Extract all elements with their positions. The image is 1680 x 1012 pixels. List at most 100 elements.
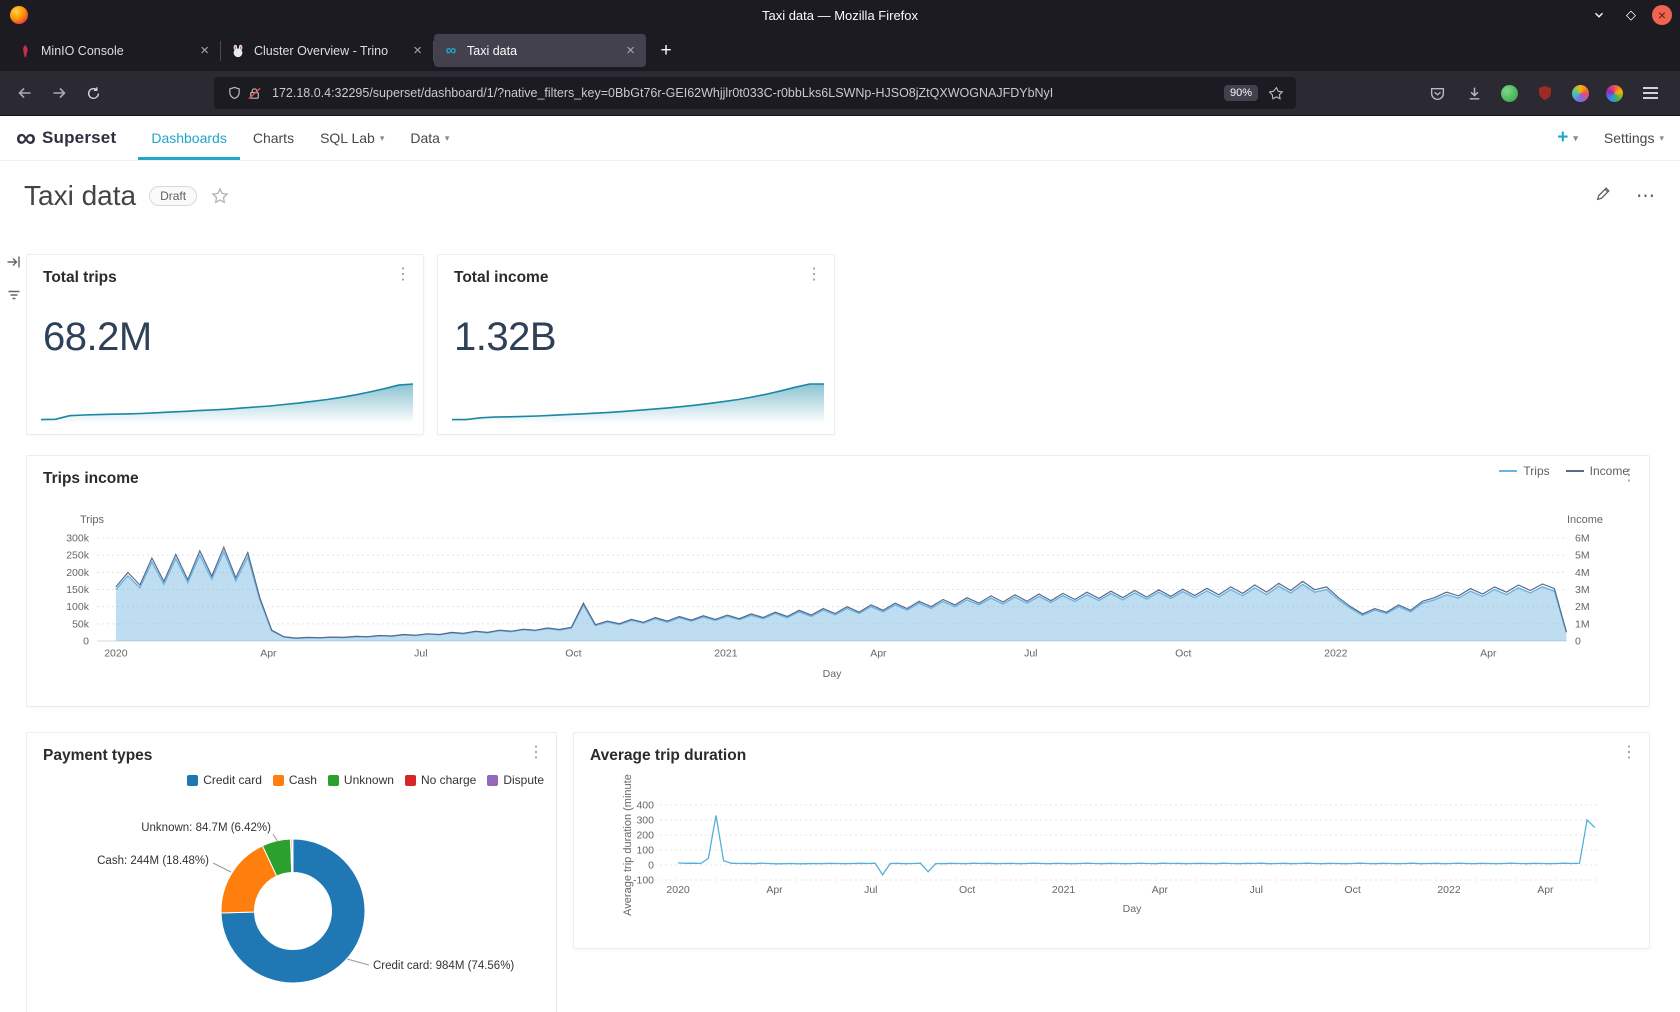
- edit-pencil-icon[interactable]: [1595, 185, 1612, 207]
- svg-text:5M: 5M: [1575, 550, 1590, 562]
- chevron-down-icon: ▾: [380, 133, 385, 144]
- expand-filter-bar-icon[interactable]: [6, 254, 22, 275]
- tab-title: Cluster Overview - Trino: [254, 44, 411, 58]
- right-axis-title: Income: [1567, 514, 1603, 526]
- firefox-window: Taxi data — Mozilla Firefox ◇ × MinIO Co…: [0, 0, 1680, 1012]
- svg-text:100: 100: [636, 845, 654, 857]
- nav-data[interactable]: Data ▾: [397, 116, 462, 160]
- url-text[interactable]: 172.18.0.4:32295/superset/dashboard/1/?n…: [272, 86, 1216, 100]
- annotation-unknown: Unknown: 84.7M (6.42%): [141, 822, 271, 834]
- legend-item-unknown[interactable]: Unknown: [328, 773, 394, 787]
- tab-minio-console[interactable]: MinIO Console ×: [8, 34, 220, 67]
- favorite-star-icon[interactable]: [211, 187, 229, 205]
- big-number-value: 68.2M: [43, 315, 152, 360]
- nav-dashboards[interactable]: Dashboards: [138, 116, 240, 160]
- forward-button[interactable]: [42, 77, 76, 109]
- svg-text:Apr: Apr: [260, 648, 277, 660]
- svg-text:300k: 300k: [66, 533, 90, 545]
- menu-icon[interactable]: [1640, 83, 1660, 103]
- extension-green-icon[interactable]: [1501, 85, 1518, 102]
- insecure-lock-icon[interactable]: [244, 83, 264, 103]
- window-title: Taxi data — Mozilla Firefox: [0, 8, 1680, 23]
- legend-item-dispute[interactable]: Dispute: [487, 773, 544, 787]
- tab-title: MinIO Console: [41, 44, 198, 58]
- svg-text:2020: 2020: [666, 884, 690, 896]
- legend-swatch: [187, 775, 198, 786]
- firefox-logo-icon: [10, 6, 28, 24]
- extension-pinwheel-icon[interactable]: [1606, 85, 1623, 102]
- chart-options-icon[interactable]: ⋮: [395, 267, 411, 283]
- tracking-shield-icon[interactable]: [224, 83, 244, 103]
- bookmark-star-icon[interactable]: [1266, 83, 1286, 103]
- url-bar[interactable]: 172.18.0.4:32295/superset/dashboard/1/?n…: [214, 77, 1296, 109]
- ublock-shield-icon[interactable]: [1535, 83, 1555, 103]
- nav-label: Data: [410, 130, 440, 146]
- svg-text:2M: 2M: [1575, 601, 1590, 613]
- pocket-icon[interactable]: [1427, 83, 1447, 103]
- left-axis-title: Trips: [80, 514, 105, 526]
- svg-text:6M: 6M: [1575, 533, 1590, 545]
- legend-swatch: [405, 775, 416, 786]
- legend-item-no-charge[interactable]: No charge: [405, 773, 476, 787]
- chart-title: Payment types: [43, 747, 152, 765]
- svg-text:3M: 3M: [1575, 584, 1590, 596]
- svg-text:Apr: Apr: [1480, 648, 1497, 660]
- chart-legend: Credit card Cash Unknown No charge Dispu…: [187, 773, 544, 787]
- window-maximize-icon[interactable]: ◇: [1620, 4, 1642, 26]
- back-button[interactable]: [8, 77, 42, 109]
- svg-text:Apr: Apr: [766, 884, 783, 896]
- tab-trino-cluster[interactable]: Cluster Overview - Trino ×: [221, 34, 433, 67]
- settings-menu[interactable]: Settings ▾: [1604, 130, 1664, 146]
- annotation-credit-card: Credit card: 984M (74.56%): [373, 960, 514, 972]
- average-trip-duration-chart: Average trip duration (minute Day -10001…: [574, 733, 1651, 950]
- legend-item-cash[interactable]: Cash: [273, 773, 317, 787]
- legend-label: Credit card: [203, 773, 262, 787]
- tab-strip: MinIO Console × Cluster Overview - Trino…: [0, 30, 1680, 71]
- svg-text:250k: 250k: [66, 550, 90, 562]
- x-axis-title: Day: [823, 668, 842, 680]
- download-icon[interactable]: [1464, 83, 1484, 103]
- trips-income-chart: Trips Income Day 050k100k150k200k250k300…: [27, 456, 1651, 708]
- tab-taxi-data-active[interactable]: ∞ Taxi data ×: [434, 34, 646, 67]
- chart-options-icon[interactable]: ⋮: [806, 267, 822, 283]
- chart-card-trips-income: Trips income ⋮ Trips Income Trips Income…: [26, 455, 1650, 707]
- superset-logo-icon: ∞: [16, 124, 36, 152]
- chart-title: Total income: [454, 269, 548, 287]
- nav-sql-lab[interactable]: SQL Lab ▾: [307, 116, 397, 160]
- new-tab-button[interactable]: +: [652, 37, 680, 65]
- svg-text:2021: 2021: [714, 648, 738, 660]
- tab-title: Taxi data: [467, 44, 624, 58]
- tab-close-icon[interactable]: ×: [411, 42, 424, 59]
- svg-text:Jul: Jul: [1250, 884, 1263, 896]
- plus-icon: +: [1557, 127, 1568, 149]
- svg-text:Oct: Oct: [1344, 884, 1360, 896]
- svg-text:200: 200: [636, 830, 654, 842]
- dashboard-options-icon[interactable]: ⋯: [1636, 185, 1656, 208]
- reload-button[interactable]: [76, 77, 110, 109]
- window-close-icon[interactable]: ×: [1652, 5, 1672, 25]
- big-number-card-total-trips: Total trips ⋮ 68.2M: [26, 254, 424, 435]
- superset-logo[interactable]: ∞ Superset: [16, 116, 116, 160]
- chart-title: Total trips: [43, 269, 117, 287]
- chevron-down-icon: ▾: [1573, 133, 1578, 144]
- tab-close-icon[interactable]: ×: [624, 42, 637, 59]
- main-nav: Dashboards Charts SQL Lab ▾ Data ▾: [138, 116, 462, 160]
- nav-label: Charts: [253, 130, 294, 146]
- annotation-cash: Cash: 244M (18.48%): [97, 855, 209, 867]
- svg-text:Oct: Oct: [1175, 648, 1191, 660]
- zoom-level-badge[interactable]: 90%: [1224, 85, 1258, 101]
- x-axis-title: Day: [1123, 903, 1142, 915]
- window-menu-chevron-icon[interactable]: [1588, 4, 1610, 26]
- big-number-value: 1.32B: [454, 315, 556, 360]
- filter-icon[interactable]: [6, 287, 22, 308]
- legend-item-credit-card[interactable]: Credit card: [187, 773, 262, 787]
- account-avatar-icon[interactable]: [1572, 85, 1589, 102]
- superset-app: ∞ Superset Dashboards Charts SQL Lab ▾ D…: [0, 116, 1680, 1012]
- page-title: Taxi data: [24, 180, 136, 212]
- new-item-button[interactable]: + ▾: [1557, 127, 1578, 149]
- svg-text:Oct: Oct: [959, 884, 975, 896]
- nav-charts[interactable]: Charts: [240, 116, 307, 160]
- chart-options-icon[interactable]: ⋮: [528, 745, 544, 761]
- tab-close-icon[interactable]: ×: [198, 42, 211, 59]
- toolbar-extensions: [1427, 83, 1660, 103]
